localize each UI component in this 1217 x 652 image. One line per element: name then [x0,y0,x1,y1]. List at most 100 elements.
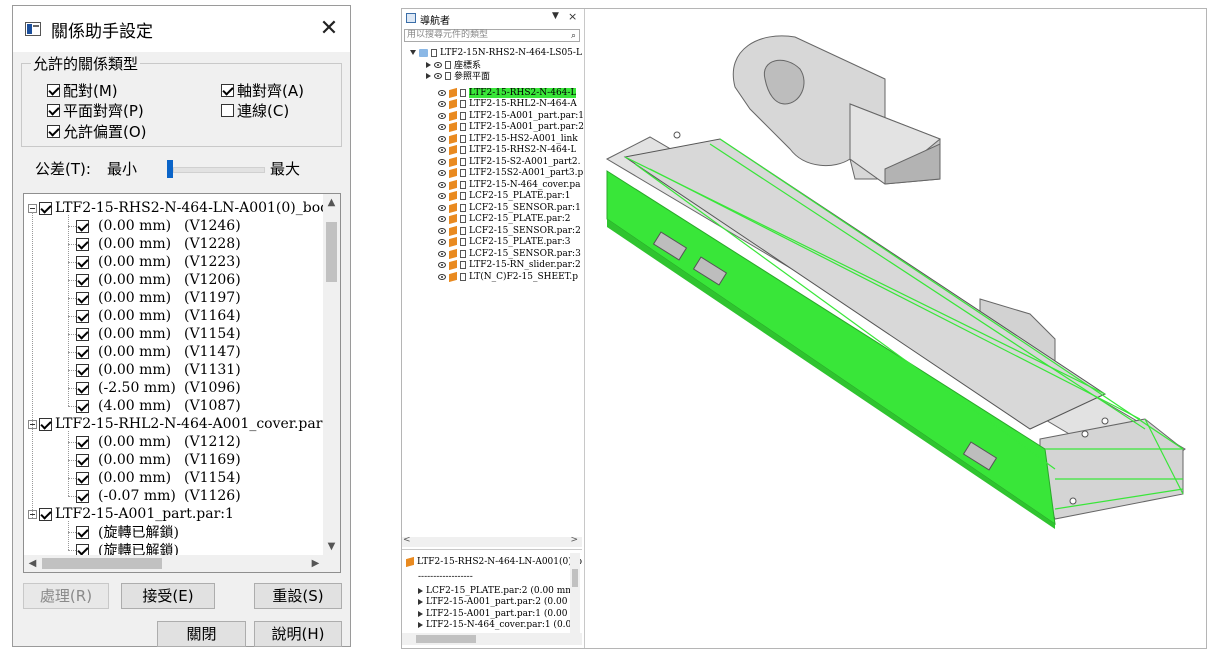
navigator-item[interactable]: LTF2-15-RHL2-N-464-A [438,98,577,110]
tree-parent-node[interactable]: LTF2-15-RHS2-N-464-LN-A001(0)_boc [28,199,328,217]
navigator-item[interactable]: LTF2-15-RN_slider.par:2 [438,259,581,271]
navigator-item[interactable]: LCF2-15_PLATE.par:1 [438,190,571,202]
eye-icon[interactable] [438,89,446,96]
navigator-folder[interactable]: 座標系 [426,59,481,70]
navigator-folder[interactable]: 參照平面 [426,70,490,81]
tree-child-node[interactable]: (0.00 mm) (V1154) [76,469,241,487]
tree-checkbox[interactable] [39,201,52,215]
eye-icon[interactable] [438,147,446,153]
navigator-item[interactable]: LCF2-15_SENSOR.par:2 [438,225,581,236]
tree-checkbox[interactable] [39,417,52,431]
scroll-up-arrow-icon[interactable]: ▲ [323,194,340,211]
scroll-down-arrow-icon[interactable]: ▼ [323,538,340,555]
tree-checkbox[interactable] [76,255,89,269]
navigator-root[interactable]: LTF2-15N-RHS2-N-464-LS05-L [410,47,582,58]
eye-icon[interactable] [438,124,446,130]
tree-checkbox[interactable] [76,219,89,233]
mate-checkbox[interactable]: 配對(M) [47,80,118,101]
expanded-arrow-icon[interactable] [410,50,416,55]
tree-checkbox[interactable] [39,507,52,521]
navigator-item[interactable]: LCF2-15_PLATE.par:2 [438,213,571,225]
tree-vertical-scrollbar[interactable]: ▲ ▼ [323,194,340,555]
tree-child-node[interactable]: (0.00 mm) (V1206) [76,271,241,289]
collapsed-arrow-icon[interactable] [426,72,431,79]
scroll-left-arrow-icon[interactable]: ◀ [24,555,41,572]
tree-parent-node[interactable]: LTF2-15-A001_part.par:1 [28,505,234,523]
tree-checkbox[interactable] [76,471,89,485]
tree-horizontal-scrollbar[interactable]: ◀ ▶ [24,555,324,572]
tree-child-node[interactable]: (0.00 mm) (V1228) [76,235,241,253]
relation-list-item[interactable]: LTF2-15-A001_part.par:2 (0.00 n [418,597,576,608]
help-button[interactable]: 說明(H) [254,621,342,647]
tree-child-node[interactable]: (-2.50 mm) (V1096) [76,379,241,397]
navigator-lower-scrollbar[interactable] [570,553,580,633]
eye-icon[interactable] [438,273,446,280]
tree-checkbox[interactable] [76,363,89,377]
eye-icon[interactable] [438,112,446,119]
tolerance-slider-track[interactable] [173,167,265,173]
navigator-bottom-scrollbar[interactable] [402,633,582,645]
tree-checkbox[interactable] [76,435,89,449]
tree-child-node[interactable]: (0.00 mm) (V1169) [76,451,241,469]
component-search-input[interactable]: 用以搜尋元件的類型 ⌕ [404,29,580,42]
tree-child-node[interactable]: (0.00 mm) (V1147) [76,343,241,361]
tree-checkbox[interactable] [76,381,89,395]
relation-list-separator[interactable]: ------------------ [418,571,473,582]
navigator-item[interactable]: LTF2-15-A001_part.par:2 [438,121,584,133]
tree-checkbox[interactable] [76,453,89,467]
eye-icon[interactable] [438,181,446,188]
tree-child-node[interactable]: (0.00 mm) (V1164) [76,307,241,325]
tree-vertical-scroll-thumb[interactable] [326,222,337,282]
navigator-splitter[interactable] [402,549,582,550]
navigator-item[interactable]: LT(N_C)F2-15_SHEET.p [438,271,578,282]
navigator-item[interactable]: LTF2-15-HS2-A001_link [438,133,578,144]
allow-offset-checkbox[interactable]: 允許偏置(O) [47,121,147,142]
navigator-horizontal-scrollbar[interactable]: < > [402,535,582,547]
tree-checkbox[interactable] [76,327,89,341]
pin-dropdown-icon[interactable]: ▼ [552,11,559,21]
tree-child-node[interactable]: (0.00 mm) (V1223) [76,253,241,271]
tree-checkbox[interactable] [76,273,89,287]
navigator-item[interactable]: LCF2-15_SENSOR.par:3 [438,248,581,259]
relation-list-item[interactable]: LCF2-15_PLATE.par:2 (0.00 mm [418,585,574,596]
close-button[interactable]: 關閉 [157,621,246,647]
tree-horizontal-scroll-thumb[interactable] [42,558,162,569]
tree-child-node[interactable]: (4.00 mm) (V1087) [76,397,241,415]
reset-button[interactable]: 重設(S) [254,583,342,609]
search-icon[interactable]: ⌕ [571,31,576,42]
navigator-item[interactable]: LTF2-15-RHS2-N-464-L [438,144,576,156]
process-button[interactable]: 處理(R) [23,583,109,609]
hidden-eye-icon[interactable] [434,61,442,68]
eye-icon[interactable] [438,216,446,222]
tree-checkbox[interactable] [76,489,89,503]
tree-child-node[interactable]: (0.00 mm) (V1212) [76,433,241,451]
scroll-left-arrow-icon[interactable]: < [403,535,411,545]
accept-button[interactable]: 接受(E) [121,583,215,609]
tree-checkbox[interactable] [76,237,89,251]
navigator-item[interactable]: LTF2-15-A001_part.par:1 [438,110,584,121]
navigator-item[interactable]: LTF2-15-S2-A001_part2. [438,156,581,167]
hidden-eye-icon[interactable] [434,72,442,79]
close-icon[interactable]: ✕ [314,14,344,44]
navigator-item[interactable]: LCF2-15_PLATE.par:3 [438,236,571,248]
scroll-right-arrow-icon[interactable]: ▶ [307,555,324,572]
scroll-thumb[interactable] [416,635,476,643]
tree-checkbox[interactable] [76,399,89,413]
eye-icon[interactable] [438,239,446,245]
eye-icon[interactable] [438,135,446,142]
tree-checkbox[interactable] [76,309,89,323]
3d-viewport[interactable] [585,9,1206,648]
eye-icon[interactable] [438,227,446,234]
tree-child-node[interactable]: (旋轉已解鎖) [76,523,184,541]
navigator-item[interactable]: LTF2-15S2-A001_part3.p [438,167,583,179]
tree-parent-node[interactable]: LTF2-15-RHL2-N-464-A001_cover.par: [28,415,327,433]
tree-child-node[interactable]: (0.00 mm) (V1246) [76,217,241,235]
navigator-item[interactable]: LTF2-15-N-464_cover.pa [438,179,581,190]
eye-icon[interactable] [438,101,446,107]
tree-child-node[interactable]: (-0.07 mm) (V1126) [76,487,241,505]
relationship-tree[interactable]: LTF2-15-RHS2-N-464-LN-A001(0)_boc (0.00 m… [23,193,341,573]
tree-child-node[interactable]: (0.00 mm) (V1154) [76,325,241,343]
planar-align-checkbox[interactable]: 平面對齊(P) [47,100,144,121]
scroll-right-arrow-icon[interactable]: > [570,535,578,545]
eye-icon[interactable] [438,204,446,211]
